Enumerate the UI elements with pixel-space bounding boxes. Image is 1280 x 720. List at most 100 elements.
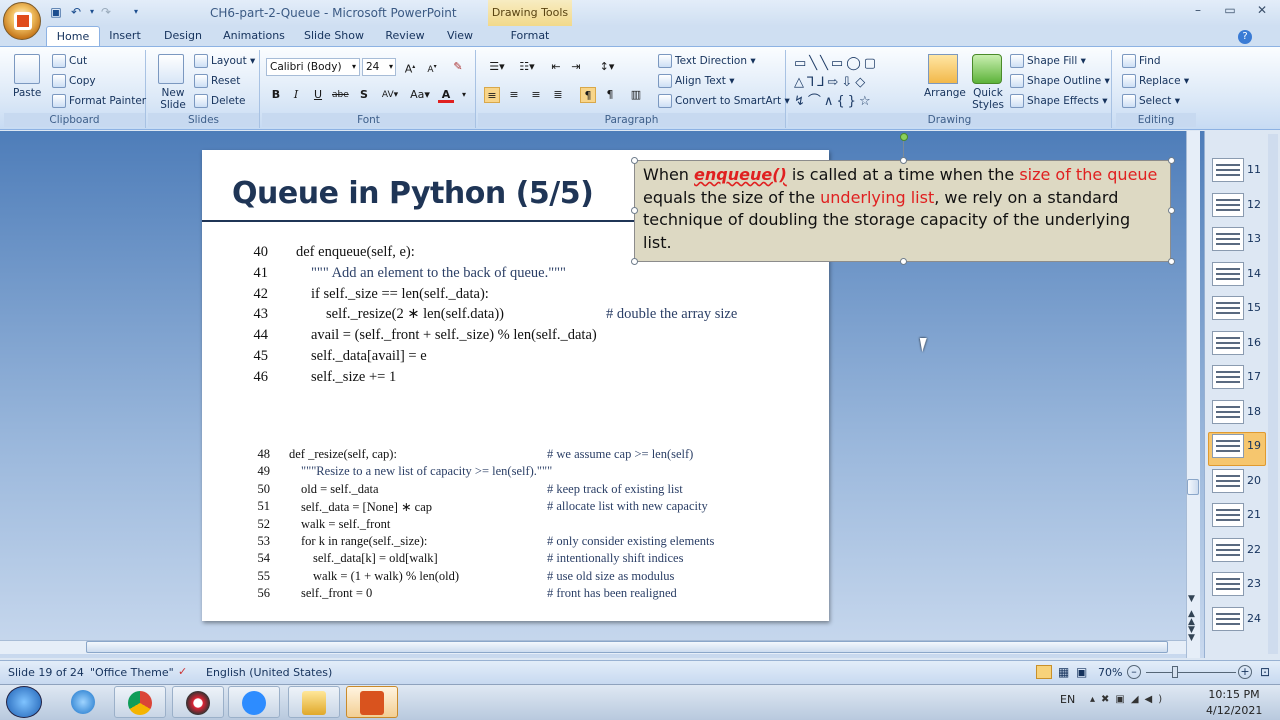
slide-thumbnail[interactable] <box>1212 503 1244 527</box>
shapes-gallery[interactable]: ▭╲╲▭◯▢ △⅂⅃⇨⇩◇ ↯⌒∧{}☆ <box>794 54 910 110</box>
shadow-icon[interactable]: S <box>356 87 372 103</box>
slide-thumbnail[interactable] <box>1212 330 1244 355</box>
minimize-icon[interactable]: – <box>1186 3 1210 21</box>
taskbar-ie[interactable] <box>58 686 110 718</box>
spellcheck-icon[interactable]: ✓ <box>178 665 187 678</box>
resize-handle-tl[interactable] <box>631 157 638 164</box>
slide-title[interactable]: Queue in Python (5/5) <box>232 176 594 211</box>
select-button[interactable]: Select ▾ <box>1122 94 1180 108</box>
rtl-icon[interactable]: ¶ <box>602 87 618 103</box>
columns-icon[interactable]: ▥ <box>628 87 644 103</box>
horizontal-scroll-thumb[interactable] <box>86 641 1168 653</box>
delete-button[interactable]: Delete <box>194 94 246 108</box>
format-painter-button[interactable]: Format Painter <box>52 94 146 108</box>
tab-view[interactable]: View <box>440 26 480 46</box>
resize-handle-t[interactable] <box>900 157 907 164</box>
underline-icon[interactable]: U <box>310 87 326 103</box>
resize-handle-r[interactable] <box>1168 207 1175 214</box>
tab-design[interactable]: Design <box>158 26 208 46</box>
ltr-icon[interactable]: ¶ <box>580 87 596 103</box>
help-icon[interactable]: ? <box>1238 30 1252 44</box>
change-case-icon[interactable]: Aa▾ <box>408 87 432 103</box>
slide-thumbnail[interactable] <box>1212 192 1244 217</box>
resize-handle-b[interactable] <box>900 258 907 265</box>
paste-button[interactable]: Paste <box>13 87 41 99</box>
quick-styles-icon[interactable] <box>972 54 1002 84</box>
find-button[interactable]: Find <box>1122 54 1161 68</box>
clear-formatting-icon[interactable]: ✎ <box>450 59 466 75</box>
slide-sorter-icon[interactable]: ▦ <box>1058 665 1069 679</box>
slideshow-view-icon[interactable]: ▣ <box>1076 665 1087 679</box>
vertical-scroll-thumb[interactable] <box>1187 479 1199 495</box>
resize-handle-l[interactable] <box>631 207 638 214</box>
numbering-icon[interactable]: ☷▾ <box>514 59 540 75</box>
slide-thumbnail[interactable] <box>1212 158 1244 182</box>
vertical-scrollbar[interactable] <box>1186 131 1200 658</box>
copy-button[interactable]: Copy <box>52 74 96 88</box>
thumbnail-scrollbar[interactable] <box>1268 134 1278 654</box>
arrange-button[interactable]: Arrange <box>924 87 966 99</box>
font-family-select[interactable]: Calibri (Body) ▾ <box>266 58 360 76</box>
new-slide-button[interactable]: New Slide <box>158 87 188 111</box>
bullets-icon[interactable]: ☰▾ <box>484 59 510 75</box>
close-icon[interactable]: ✕ <box>1250 3 1274 21</box>
justify-icon[interactable]: ≣ <box>550 87 566 103</box>
clock-date[interactable]: 4/12/2021 <box>1206 704 1262 717</box>
taskbar-powerpoint[interactable] <box>346 686 398 718</box>
tab-format[interactable]: Format <box>500 26 560 46</box>
callout-textbox[interactable]: When enqueue() is called at a time when … <box>634 160 1171 262</box>
zoom-slider[interactable] <box>1146 672 1236 673</box>
increase-indent-icon[interactable]: ⇥ <box>568 59 584 75</box>
align-text-button[interactable]: Align Text ▾ <box>658 74 735 88</box>
text-direction-button[interactable]: Text Direction ▾ <box>658 54 756 68</box>
next-slide-icon[interactable]: ▼ ▼ <box>1188 626 1195 643</box>
slide-thumbnail[interactable] <box>1212 537 1244 562</box>
arrange-icon[interactable] <box>928 54 958 84</box>
decrease-indent-icon[interactable]: ⇤ <box>548 59 564 75</box>
maximize-icon[interactable]: ▭ <box>1218 3 1242 21</box>
tray-icons[interactable]: ▴✖▣◢◀) <box>1090 694 1168 705</box>
shrink-font-icon[interactable]: A▾ <box>424 59 440 75</box>
taskbar-app[interactable] <box>172 686 224 718</box>
align-center-icon[interactable]: ≡ <box>506 87 522 103</box>
bold-icon[interactable]: B <box>268 87 284 103</box>
zoom-in-icon[interactable]: + <box>1238 665 1252 679</box>
office-button[interactable] <box>3 2 41 40</box>
slide-thumbnail[interactable] <box>1212 399 1244 424</box>
tab-slide-show[interactable]: Slide Show <box>300 26 368 46</box>
layout-button[interactable]: Layout ▾ <box>194 54 255 68</box>
taskbar-explorer[interactable] <box>288 686 340 718</box>
slide-thumbnail[interactable] <box>1212 227 1244 251</box>
replace-button[interactable]: Replace ▾ <box>1122 74 1189 88</box>
scroll-down-icon[interactable]: ▼ <box>1188 594 1195 604</box>
convert-smartart-button[interactable]: Convert to SmartArt ▾ <box>658 94 790 108</box>
slide-thumbnail[interactable] <box>1212 296 1244 320</box>
start-button[interactable] <box>6 686 42 718</box>
cut-button[interactable]: Cut <box>52 54 87 68</box>
clock-time[interactable]: 10:15 PM <box>1206 688 1262 701</box>
shape-outline-button[interactable]: Shape Outline ▾ <box>1010 74 1110 88</box>
align-right-icon[interactable]: ≡ <box>528 87 544 103</box>
strikethrough-icon[interactable]: abe <box>332 87 349 103</box>
tab-home[interactable]: Home <box>46 26 100 46</box>
rotation-handle[interactable] <box>900 133 908 141</box>
shape-fill-button[interactable]: Shape Fill ▾ <box>1010 54 1086 68</box>
normal-view-icon[interactable] <box>1036 665 1052 679</box>
slide-thumbnail[interactable] <box>1212 365 1244 389</box>
taskbar-zoom[interactable] <box>228 686 280 718</box>
undo-icon[interactable]: ↶ <box>68 4 84 20</box>
tab-animations[interactable]: Animations <box>222 26 286 46</box>
font-color-dropdown-icon[interactable]: ▾ <box>456 87 472 103</box>
fit-to-window-icon[interactable]: ⊡ <box>1260 665 1270 679</box>
taskbar-chrome[interactable] <box>114 686 166 718</box>
input-language[interactable]: EN <box>1060 693 1075 706</box>
reset-button[interactable]: Reset <box>194 74 240 88</box>
customize-qat-icon[interactable]: ▾ <box>128 4 144 20</box>
font-color-icon[interactable]: A <box>438 87 454 103</box>
font-size-select[interactable]: 24 ▾ <box>362 58 396 76</box>
shape-effects-button[interactable]: Shape Effects ▾ <box>1010 94 1108 108</box>
zoom-slider-thumb[interactable] <box>1172 666 1178 678</box>
language-indicator[interactable]: English (United States) <box>206 666 332 679</box>
italic-icon[interactable]: I <box>288 87 304 103</box>
new-slide-icon[interactable] <box>158 54 184 84</box>
